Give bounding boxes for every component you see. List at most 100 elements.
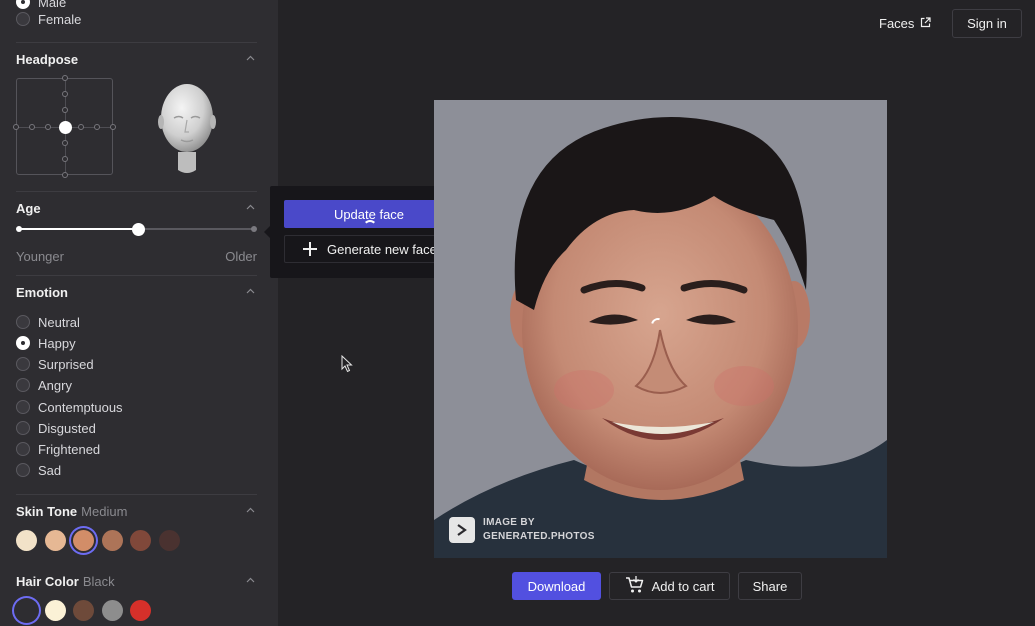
headpose-point[interactable]	[78, 124, 84, 130]
radio-indicator	[16, 315, 30, 329]
skin-tone-swatch[interactable]	[158, 530, 180, 551]
headpose-point[interactable]	[13, 124, 19, 130]
headpose-point[interactable]	[62, 156, 68, 162]
radio-indicator	[16, 357, 30, 371]
skin-tone-swatch[interactable]	[44, 530, 66, 551]
headpose-point[interactable]	[110, 124, 116, 130]
headpose-point[interactable]	[62, 140, 68, 146]
radio-sad[interactable]: Sad	[16, 462, 61, 478]
radio-angry[interactable]: Angry	[16, 377, 72, 393]
cart-icon	[625, 575, 652, 597]
section-title-headpose: Headpose	[16, 52, 79, 67]
radio-indicator	[16, 378, 30, 392]
hair-color-swatch[interactable]	[44, 600, 66, 621]
hair-color-title: Hair Color	[16, 574, 79, 589]
radio-label: Angry	[38, 377, 72, 393]
skin-tone-swatch[interactable]	[16, 530, 37, 551]
radio-label: Sad	[38, 462, 62, 478]
chevron-up-icon[interactable]	[246, 54, 255, 63]
radio-frightened[interactable]: Frightened	[16, 441, 100, 457]
chevron-up-icon[interactable]	[246, 287, 255, 296]
headpose-point[interactable]	[62, 91, 68, 97]
head-preview-image	[156, 80, 218, 176]
radio-male[interactable]: Male	[16, 0, 66, 10]
faces-link[interactable]: Faces	[879, 14, 932, 32]
radio-indicator	[16, 12, 30, 26]
mouse-cursor-icon	[341, 354, 353, 378]
watermark-line-2: GENERATED.PHOTOS	[483, 531, 595, 542]
hair-color-swatch[interactable]	[101, 600, 123, 621]
headpose-point[interactable]	[62, 172, 68, 178]
radio-label: Neutral	[38, 314, 80, 330]
section-title-hair-color: Hair Color Black	[16, 574, 115, 589]
chevron-up-icon[interactable]	[246, 203, 255, 212]
headpose-pad[interactable]	[13, 75, 116, 178]
slider-fill	[18, 228, 139, 230]
section-title-age: Age	[16, 201, 41, 216]
radio-indicator	[16, 421, 30, 435]
divider	[16, 42, 257, 43]
slider-thumb[interactable]	[132, 223, 146, 236]
radio-label: Disgusted	[38, 420, 96, 436]
age-slider[interactable]	[16, 222, 257, 236]
add-to-cart-button[interactable]: Add to cart	[609, 572, 730, 600]
skin-tone-swatch[interactable]	[101, 530, 123, 551]
hair-color-swatch[interactable]	[130, 600, 151, 621]
headpose-handle[interactable]	[59, 121, 72, 134]
hair-color-swatch[interactable]	[73, 600, 94, 621]
skin-tone-selected: Medium	[81, 504, 128, 519]
loading-spinner-icon	[363, 220, 377, 228]
radio-surprised[interactable]: Surprised	[16, 356, 94, 372]
watermark-text: IMAGE BY GENERATED.PHOTOS	[483, 516, 595, 544]
external-link-icon	[914, 16, 932, 31]
faces-link-label: Faces	[879, 15, 915, 31]
download-button[interactable]: Download	[512, 572, 601, 600]
generate-new-face-label: Generate new face	[327, 241, 437, 257]
skin-tone-title: Skin Tone	[16, 504, 78, 519]
radio-label: Contemptuous	[38, 399, 123, 415]
share-button[interactable]: Share	[738, 572, 802, 600]
headpose-point[interactable]	[62, 107, 68, 113]
skin-tone-swatch[interactable]	[130, 530, 151, 551]
radio-female[interactable]: Female	[16, 11, 81, 27]
radio-contemptuous[interactable]: Contemptuous	[16, 399, 123, 415]
generate-new-face-button[interactable]: Generate new face	[284, 235, 454, 263]
headpose-point[interactable]	[94, 124, 100, 130]
slider-min-dot	[16, 226, 22, 232]
update-face-button[interactable]: Update face	[284, 200, 454, 228]
radio-label: Surprised	[38, 356, 94, 372]
radio-label: Happy	[38, 335, 76, 351]
sign-in-button[interactable]: Sign in	[952, 9, 1022, 38]
divider	[16, 494, 257, 495]
hair-color-selected: Black	[82, 574, 115, 589]
divider	[16, 191, 257, 192]
skin-tone-swatch[interactable]	[73, 530, 94, 551]
slider-max-dot	[251, 226, 257, 232]
age-max-label: Older	[225, 249, 257, 264]
section-title-emotion: Emotion	[16, 285, 68, 300]
add-to-cart-label: Add to cart	[651, 578, 715, 594]
radio-label: Female	[38, 11, 82, 27]
age-min-label: Younger	[16, 249, 64, 264]
headpose-point[interactable]	[45, 124, 51, 130]
hair-color-swatch[interactable]	[16, 600, 37, 621]
generated-photos-logo-icon	[449, 517, 475, 543]
radio-happy[interactable]: Happy	[16, 335, 76, 351]
watermark: IMAGE BY GENERATED.PHOTOS	[449, 516, 595, 544]
settings-sidebar: Male Female Headpose Age Younger Older E…	[0, 0, 278, 626]
headpose-point[interactable]	[29, 124, 35, 130]
radio-indicator	[16, 463, 30, 477]
radio-label: Male	[38, 0, 67, 10]
watermark-line-1: IMAGE BY	[483, 517, 535, 528]
section-title-skin-tone: Skin Tone Medium	[16, 504, 127, 519]
radio-disgusted[interactable]: Disgusted	[16, 420, 96, 436]
radio-indicator	[16, 442, 30, 456]
radio-neutral[interactable]: Neutral	[16, 314, 80, 330]
radio-indicator	[16, 0, 30, 9]
headpose-point[interactable]	[62, 75, 68, 81]
radio-indicator	[16, 336, 30, 350]
chevron-up-icon[interactable]	[246, 506, 255, 515]
chevron-up-icon[interactable]	[246, 576, 255, 585]
radio-indicator	[16, 400, 30, 414]
divider	[16, 275, 257, 276]
